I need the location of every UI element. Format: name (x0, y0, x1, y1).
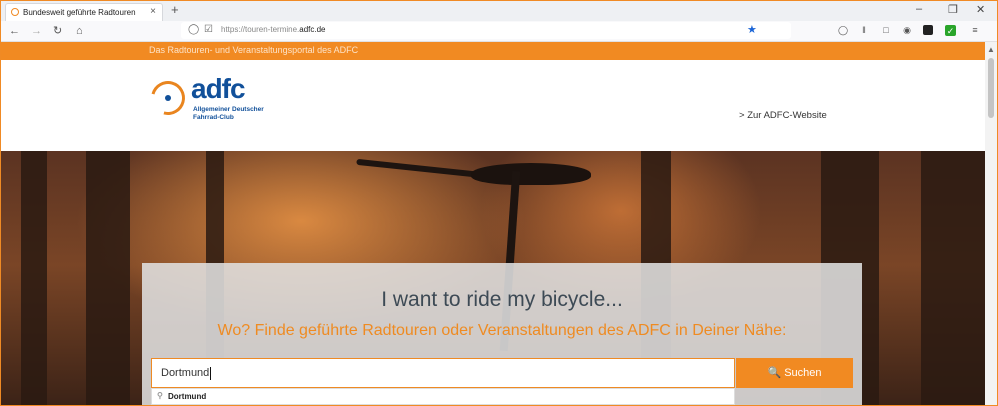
site-header: adfc Allgemeiner Deutscher Fahrrad-Club … (1, 60, 985, 151)
sidebar-icon[interactable]: □ (880, 24, 892, 36)
back-button[interactable]: ← (9, 24, 20, 38)
forward-button[interactable]: → (31, 24, 42, 38)
browser-tab[interactable]: Bundesweit geführte Radtouren × (5, 3, 163, 21)
logo-subtitle: Allgemeiner Deutscher Fahrrad-Club (193, 106, 264, 121)
restore-button[interactable]: ❐ (948, 3, 958, 16)
navigation-bar: ← → ↻ ⌂ ◯ ☑ https://touren-termine.adfc.… (1, 21, 997, 42)
logo-wordmark: adfc (191, 73, 246, 104)
lock-icon[interactable]: ☑ (204, 24, 213, 35)
browser-window: Bundesweit geführte Radtouren × + – ❐ ✕ … (0, 0, 998, 406)
portal-top-bar: Das Radtouren- und Veranstaltungsportal … (1, 42, 985, 60)
pocket-icon[interactable]: ◯ (837, 24, 849, 36)
tab-bar: Bundesweit geführte Radtouren × + – ❐ ✕ (1, 1, 997, 21)
extension-green-icon[interactable]: ✓ (945, 25, 956, 36)
bookmark-star-icon[interactable]: ★ (747, 23, 757, 36)
close-window-button[interactable]: ✕ (976, 3, 985, 16)
logo-dot-icon (165, 95, 171, 101)
search-panel: I want to ride my bicycle... Wo? Finde g… (142, 263, 862, 405)
minimize-button[interactable]: – (916, 3, 922, 15)
suggestion-text: Dortmund (168, 392, 207, 401)
reload-button[interactable]: ↻ (53, 24, 62, 38)
text-caret (210, 366, 212, 380)
url-text: https://touren-termine.adfc.de (221, 25, 326, 34)
bicycle-saddle (471, 163, 591, 185)
extension-icon[interactable]: ◉ (901, 24, 913, 36)
search-button[interactable]: 🔍 Suchen (736, 358, 853, 388)
library-icon[interactable]: ‖ (858, 24, 870, 36)
webpage: Das Radtouren- und Veranstaltungsportal … (1, 42, 985, 405)
scroll-thumb[interactable] (988, 58, 994, 118)
adfc-website-link[interactable]: > Zur ADFC-Website (739, 110, 827, 121)
home-button[interactable]: ⌂ (76, 24, 83, 38)
hero-subtitle: Wo? Finde geführte Radtouren oder Verans… (217, 322, 787, 339)
url-bar[interactable]: ◯ ☑ https://touren-termine.adfc.de (181, 22, 791, 39)
scroll-up-icon[interactable]: ▲ (987, 45, 995, 54)
menu-icon[interactable]: ≡ (969, 24, 981, 36)
location-pin-icon: ⚲ (157, 391, 163, 400)
adfc-logo[interactable]: adfc Allgemeiner Deutscher Fahrrad-Club (144, 73, 301, 130)
tracking-shield-icon[interactable]: ◯ (188, 24, 199, 35)
tab-title: Bundesweit geführte Radtouren (23, 8, 136, 17)
adfc-favicon-icon (11, 8, 19, 16)
chevron-right-icon: > (739, 110, 745, 121)
new-tab-button[interactable]: + (171, 2, 179, 17)
extension-dark-icon[interactable] (923, 25, 933, 35)
autocomplete-suggestion[interactable]: ⚲ Dortmund (151, 388, 735, 405)
tab-close-icon[interactable]: × (150, 6, 156, 17)
portal-tagline: Das Radtouren- und Veranstaltungsportal … (149, 45, 359, 55)
location-search-input[interactable]: Dortmund (151, 358, 735, 388)
search-icon: 🔍 (767, 367, 782, 379)
page-scrollbar[interactable]: ▲ (985, 42, 997, 405)
hero-slogan: I want to ride my bicycle... (381, 288, 623, 311)
